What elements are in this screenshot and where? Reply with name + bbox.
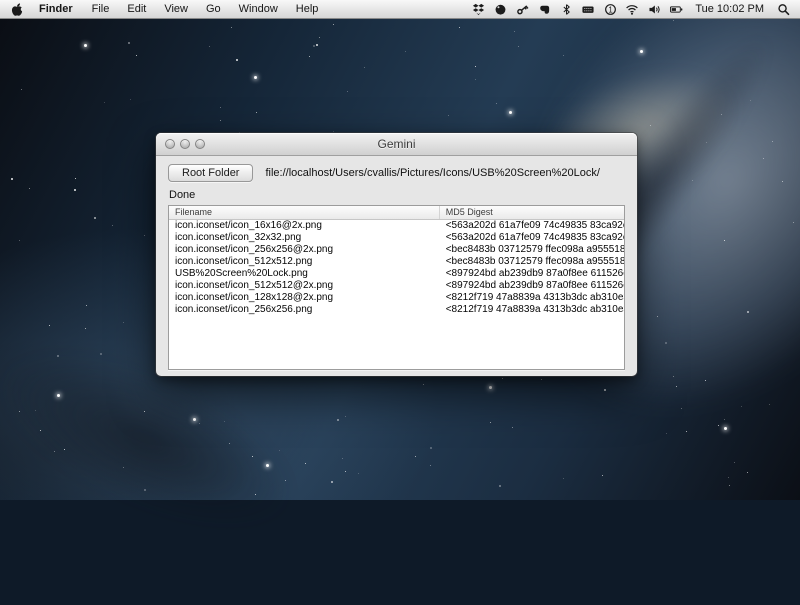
table-row[interactable]: icon.iconset/icon_256x256.png <8212f719 …	[169, 304, 624, 316]
window-content: Root Folder file://localhost/Users/cvall…	[156, 156, 637, 370]
window-controls	[165, 133, 205, 155]
bright-star	[509, 111, 512, 114]
menu-item[interactable]: Finder	[29, 0, 83, 19]
menu-bar: FinderFileEditViewGoWindowHelp	[0, 0, 800, 19]
spotlight-icon[interactable]	[774, 0, 792, 19]
column-header-md5[interactable]: MD5 Digest	[440, 206, 624, 219]
results-table: Filename MD5 Digest icon.iconset/icon_16…	[168, 205, 625, 370]
table-row[interactable]: icon.iconset/icon_128x128@2x.png <8212f7…	[169, 292, 624, 304]
table-header: Filename MD5 Digest	[169, 206, 624, 220]
table-row[interactable]: icon.iconset/icon_512x512.png <bec8483b …	[169, 256, 624, 268]
menu-item[interactable]: Help	[287, 0, 328, 19]
table-body: icon.iconset/icon_16x16@2x.png <563a202d…	[169, 220, 624, 316]
bluetooth-icon[interactable]	[557, 0, 575, 19]
cell-md5: <8212f719 47a8839a 4313b3dc ab310e39>	[440, 304, 624, 316]
cell-filename: icon.iconset/icon_128x128@2x.png	[169, 292, 440, 304]
menu-item[interactable]: File	[83, 0, 119, 19]
menu-item[interactable]: Window	[230, 0, 287, 19]
cell-md5: <897924bd ab239db9 87a0f8ee 611526c5>	[440, 280, 624, 292]
table-row[interactable]: icon.iconset/icon_256x256@2x.png <bec848…	[169, 244, 624, 256]
bright-star	[57, 394, 60, 397]
menu-item[interactable]: Go	[197, 0, 230, 19]
cell-md5: <897924bd ab239db9 87a0f8ee 611526c5>	[440, 268, 624, 280]
bright-star	[724, 427, 727, 430]
minimize-button[interactable]	[180, 139, 190, 149]
status-label: Done	[169, 189, 625, 202]
apple-logo-icon[interactable]	[10, 2, 23, 17]
cell-md5: <563a202d 61a7fe09 74c49835 83ca92e1>	[440, 232, 624, 244]
menu-item[interactable]: View	[155, 0, 197, 19]
table-row[interactable]: icon.iconset/icon_16x16@2x.png <563a202d…	[169, 220, 624, 232]
table-row[interactable]: icon.iconset/icon_512x512@2x.png <897924…	[169, 280, 624, 292]
cell-filename: icon.iconset/icon_256x256@2x.png	[169, 244, 440, 256]
key-icon[interactable]	[513, 0, 531, 19]
battery-icon[interactable]	[667, 0, 685, 19]
evernote-icon[interactable]	[535, 0, 553, 19]
window-title: Gemini	[377, 137, 415, 151]
cell-md5: <8212f719 47a8839a 4313b3dc ab310e39>	[440, 292, 624, 304]
volume-icon[interactable]	[645, 0, 663, 19]
one-badge-icon[interactable]: 1	[601, 0, 619, 19]
root-folder-path: file://localhost/Users/cvallis/Pictures/…	[265, 167, 599, 179]
bright-star	[84, 44, 87, 47]
cell-md5: <563a202d 61a7fe09 74c49835 83ca92e1>	[440, 220, 624, 232]
cell-filename: icon.iconset/icon_16x16@2x.png	[169, 220, 440, 232]
menu-clock[interactable]: Tue 10:02 PM	[689, 3, 770, 15]
cell-filename: USB%20Screen%20Lock.png	[169, 268, 440, 280]
round-app-icon[interactable]	[491, 0, 509, 19]
cell-filename: icon.iconset/icon_512x512@2x.png	[169, 280, 440, 292]
cell-md5: <bec8483b 03712579 ffec098a a9555180>	[440, 256, 624, 268]
bright-star	[489, 386, 492, 389]
cell-filename: icon.iconset/icon_512x512.png	[169, 256, 440, 268]
bright-star	[193, 418, 196, 421]
cell-md5: <bec8483b 03712579 ffec098a a9555180>	[440, 244, 624, 256]
dropbox-icon[interactable]	[469, 0, 487, 19]
window-titlebar[interactable]: Gemini	[156, 133, 637, 156]
column-header-filename[interactable]: Filename	[169, 206, 440, 219]
toolbar-row: Root Folder file://localhost/Users/cvall…	[168, 164, 625, 182]
table-row[interactable]: USB%20Screen%20Lock.png <897924bd ab239d…	[169, 268, 624, 280]
app-menus: FinderFileEditViewGoWindowHelp	[29, 0, 327, 19]
bright-star	[640, 50, 643, 53]
bright-star	[266, 464, 269, 467]
bright-star	[254, 76, 257, 79]
menu-bar-status-area: 1 Tue 10:02 PM	[469, 0, 792, 19]
menu-item[interactable]: Edit	[118, 0, 155, 19]
cell-filename: icon.iconset/icon_32x32.png	[169, 232, 440, 244]
root-folder-button[interactable]: Root Folder	[168, 164, 253, 182]
close-button[interactable]	[165, 139, 175, 149]
table-row[interactable]: icon.iconset/icon_32x32.png <563a202d 61…	[169, 232, 624, 244]
svg-text:1: 1	[608, 5, 612, 14]
cell-filename: icon.iconset/icon_256x256.png	[169, 304, 440, 316]
wifi-icon[interactable]	[623, 0, 641, 19]
gemini-window: Gemini Root Folder file://localhost/User…	[156, 133, 637, 376]
zoom-button[interactable]	[195, 139, 205, 149]
keyboard-icon[interactable]	[579, 0, 597, 19]
